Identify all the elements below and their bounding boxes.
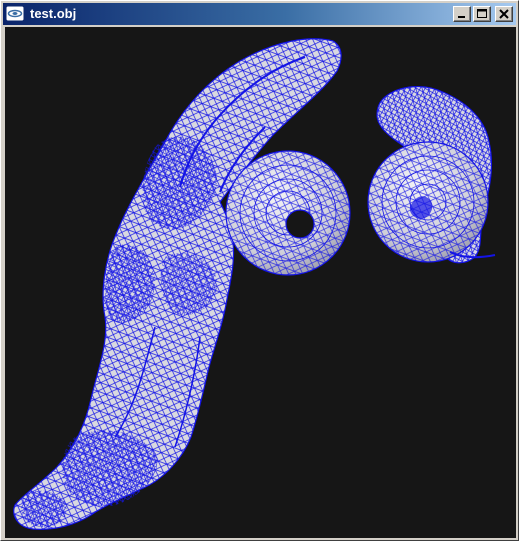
mesh-right-sphere: [367, 86, 496, 264]
app-window: test.obj: [0, 0, 519, 541]
window-title: test.obj: [30, 6, 77, 21]
3d-viewport[interactable]: [5, 27, 516, 538]
close-icon: [499, 9, 509, 19]
minimize-icon: [458, 16, 465, 18]
close-button[interactable]: [495, 6, 513, 22]
minimize-button[interactable]: [453, 6, 471, 22]
mesh-center-sphere: [225, 150, 351, 276]
title-bar[interactable]: test.obj: [3, 3, 516, 25]
maximize-icon: [477, 9, 487, 18]
app-icon[interactable]: [5, 5, 25, 22]
mesh-left-body: [13, 38, 342, 530]
maximize-button[interactable]: [473, 6, 491, 22]
mesh-render: [13, 38, 496, 530]
